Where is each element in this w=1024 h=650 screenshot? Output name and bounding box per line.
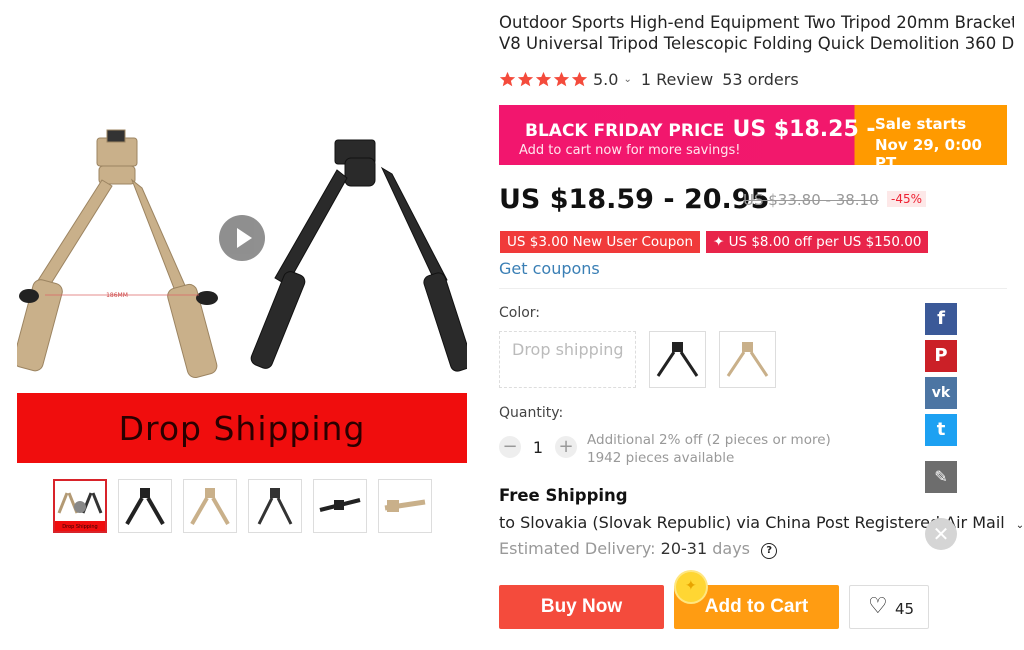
close-icon[interactable]: ✕ xyxy=(925,518,957,550)
thumbnail-image xyxy=(384,499,426,512)
rating-row: 5.0 ⌄ 1 Review 53 orders xyxy=(499,68,799,90)
svg-text:186MM: 186MM xyxy=(106,292,128,299)
thumbnail-image xyxy=(125,488,165,525)
star-icon xyxy=(553,71,570,86)
quantity-minus-button[interactable]: − xyxy=(499,436,521,458)
main-product-image[interactable]: 186MM Drop Shipping xyxy=(17,100,467,463)
coin-icon: ✦ xyxy=(676,572,706,602)
sale-sub: Add to cart now for more savings! xyxy=(519,143,741,158)
heart-icon: ♡ xyxy=(868,594,888,619)
new-user-coupon[interactable]: US $3.00 New User Coupon xyxy=(500,231,701,253)
buy-now-button[interactable]: Buy Now xyxy=(499,585,664,629)
sale-starts-label: Sale starts xyxy=(875,115,967,133)
title-line-1: Outdoor Sports High-end Equipment Two Tr… xyxy=(499,13,1014,32)
thumbnail-5[interactable] xyxy=(313,479,367,533)
facebook-share-button[interactable]: f xyxy=(925,303,957,335)
rating-value[interactable]: 5.0 xyxy=(593,70,618,89)
sale-label: BLACK FRIDAY PRICE xyxy=(525,121,725,141)
pieces-available: 1942 pieces available xyxy=(587,450,735,466)
free-shipping: Free Shipping xyxy=(499,486,628,505)
delivery-days: 20-31 xyxy=(660,539,708,558)
quantity-stepper: − 1 + xyxy=(499,436,577,458)
chevron-down-icon[interactable]: ⌄ xyxy=(1016,520,1024,531)
thumbnail-image xyxy=(319,498,361,512)
twitter-icon: t xyxy=(936,419,946,440)
sku-image xyxy=(656,342,699,377)
estimated-delivery: Estimated Delivery: 20-31 days ? xyxy=(499,539,778,559)
twitter-share-button[interactable]: t xyxy=(925,414,957,446)
play-video-button[interactable] xyxy=(219,215,265,261)
wishlist-count: 45 xyxy=(895,600,915,618)
star-icon xyxy=(535,71,552,86)
original-price: US $33.80 - 38.10 xyxy=(743,191,879,209)
sale-price: US $18.25 - xyxy=(732,117,876,142)
star-icon xyxy=(517,71,534,86)
thumbnail-6[interactable] xyxy=(378,479,432,533)
help-icon[interactable]: ? xyxy=(761,543,778,559)
thumbnail-image xyxy=(190,488,230,525)
pinterest-share-button[interactable]: P xyxy=(925,340,957,372)
svg-text:Drop Shipping: Drop Shipping xyxy=(62,524,97,530)
sku-drop-shipping[interactable]: Drop shipping xyxy=(499,331,636,388)
banner-text: Drop Shipping xyxy=(118,408,366,448)
wishlist-button[interactable]: ♡ 45 xyxy=(849,585,929,629)
facebook-icon: f xyxy=(937,308,945,329)
thumbnail-4[interactable] xyxy=(248,479,302,533)
sku-image xyxy=(726,342,769,377)
delivery-days-unit: days xyxy=(712,539,751,558)
vk-share-button[interactable]: vk xyxy=(925,377,957,409)
sku-black[interactable] xyxy=(649,331,706,388)
reviews-link[interactable]: 1 Review xyxy=(641,70,713,89)
quantity-label: Quantity: xyxy=(499,405,564,421)
black-friday-banner: BLACK FRIDAY PRICE US $18.25 - Add to ca… xyxy=(499,105,1007,172)
chevron-down-icon[interactable]: ⌄ xyxy=(623,74,631,85)
divider xyxy=(499,288,1007,289)
store-coupon[interactable]: ✦ US $8.00 off per US $150.00 xyxy=(706,231,929,253)
thumbnail-image: Drop Shipping xyxy=(55,481,105,531)
drop-shipping-banner: Drop Shipping xyxy=(17,393,467,463)
orders-count: 53 orders xyxy=(722,69,799,89)
title-line-2: V8 Universal Tripod Telescopic Folding Q… xyxy=(499,34,1014,53)
pinterest-icon: P xyxy=(934,345,948,366)
quantity-info: Additional 2% off (2 pieces or more) 194… xyxy=(587,431,831,467)
thumbnail-image xyxy=(257,488,293,525)
quantity-plus-button[interactable]: + xyxy=(555,436,577,458)
sku-drop-shipping-label: Drop shipping xyxy=(512,340,624,359)
edit-pencil-button[interactable]: ✎ xyxy=(925,461,957,493)
thumbnail-3[interactable] xyxy=(183,479,237,533)
vk-icon: vk xyxy=(931,385,951,401)
thumbnail-1[interactable]: Drop Shipping xyxy=(53,479,107,533)
get-coupons-link[interactable]: Get coupons xyxy=(499,259,600,278)
product-title: Outdoor Sports High-end Equipment Two Tr… xyxy=(499,12,1014,54)
thumbnail-2[interactable] xyxy=(118,479,172,533)
pencil-icon: ✎ xyxy=(934,467,948,486)
star-icon xyxy=(571,71,588,86)
sale-starts-date: Nov 29, 0:00 PT xyxy=(875,136,982,172)
discount-badge: -45% xyxy=(887,191,927,207)
star-icon xyxy=(499,71,516,86)
delivery-label: Estimated Delivery: xyxy=(499,539,656,558)
quantity-input[interactable]: 1 xyxy=(521,438,555,457)
additional-discount: Additional 2% off (2 pieces or more) xyxy=(587,432,831,448)
current-price: US $18.59 - 20.95 xyxy=(499,184,770,215)
color-label: Color: xyxy=(499,305,541,321)
sku-tan[interactable] xyxy=(719,331,776,388)
